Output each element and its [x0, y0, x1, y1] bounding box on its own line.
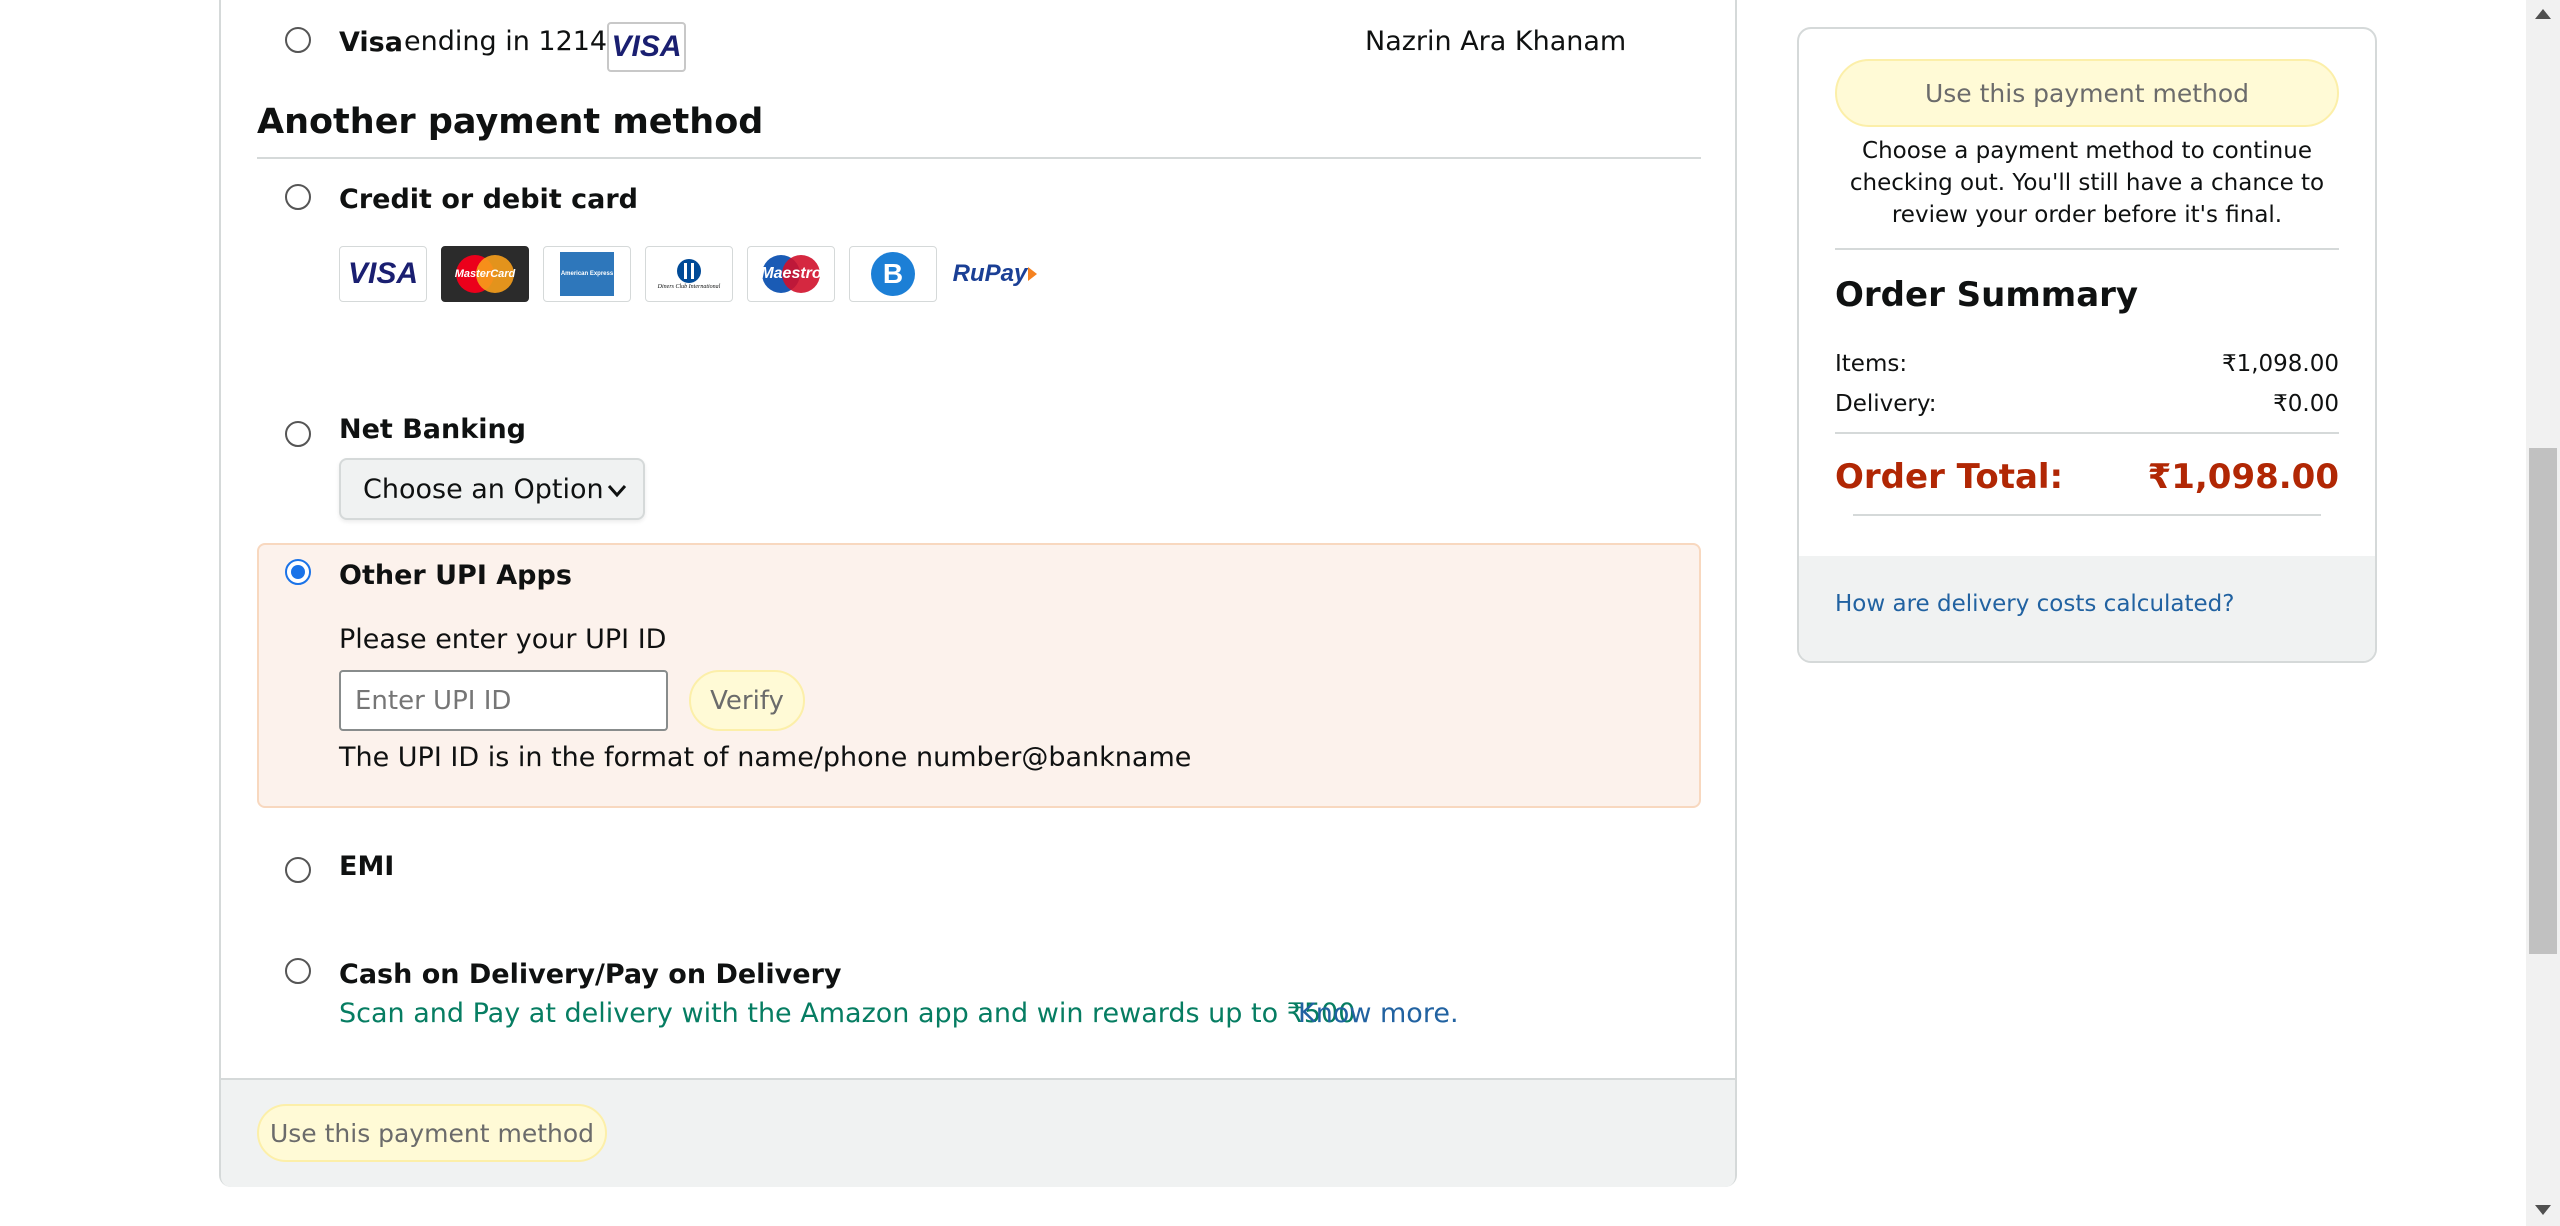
net-banking-select[interactable]: Choose an Option	[339, 458, 645, 520]
another-payment-heading: Another payment method	[257, 102, 764, 142]
visa-card-icon: VISA	[339, 246, 427, 302]
rupay-card-icon: RuPay	[951, 246, 1039, 302]
use-payment-method-button[interactable]: Use this payment method	[257, 1104, 607, 1162]
emi-radio[interactable]	[285, 857, 311, 883]
cardholder-name: Nazrin Ara Khanam	[1365, 26, 1627, 57]
visa-card-icon: VISA	[607, 22, 686, 72]
summary-help-text: Choose a payment method to continue chec…	[1849, 138, 2325, 228]
scrollbar-thumb[interactable]	[2529, 448, 2557, 954]
net-banking-radio[interactable]	[285, 421, 311, 447]
amex-card-icon: American Express	[543, 246, 631, 302]
bajaj-b-card-icon: B	[849, 246, 937, 302]
saved-card-radio[interactable]	[285, 27, 311, 53]
order-summary-title: Order Summary	[1835, 275, 2139, 315]
emi-label: EMI	[339, 851, 395, 882]
order-total-value: ₹1,098.00	[2147, 457, 2339, 497]
summary-divider-2	[1835, 432, 2339, 434]
rupay-arrow-icon	[1028, 267, 1038, 281]
cod-label: Cash on Delivery/Pay on Delivery	[339, 959, 842, 990]
saved-card-brand: Visa	[339, 27, 403, 58]
summary-divider-3	[1853, 514, 2321, 516]
verify-button[interactable]: Verify	[689, 670, 805, 731]
net-banking-select-value: Choose an Option	[363, 474, 604, 505]
heading-divider	[257, 157, 1701, 159]
credit-card-label: Credit or debit card	[339, 184, 638, 215]
upi-radio[interactable]	[285, 559, 311, 585]
diners-club-card-icon: Diners Club International	[645, 246, 733, 302]
delivery-value: ₹0.00	[2273, 391, 2339, 417]
upi-id-input[interactable]	[339, 670, 668, 731]
delivery-costs-link[interactable]: How are delivery costs calculated?	[1835, 591, 2235, 617]
delivery-label: Delivery:	[1835, 391, 1937, 417]
visa-logo-text: VISA	[611, 30, 682, 63]
scroll-down-arrow-icon[interactable]	[2533, 1204, 2553, 1216]
chevron-down-icon	[607, 485, 627, 498]
net-banking-label: Net Banking	[339, 414, 526, 445]
credit-card-radio[interactable]	[285, 184, 311, 210]
order-total-label: Order Total:	[1835, 457, 2064, 497]
saved-card-ending: ending in 1214	[404, 26, 608, 57]
know-more-link[interactable]: Know more.	[1298, 998, 1459, 1029]
upi-prompt: Please enter your UPI ID	[339, 624, 667, 655]
upi-label: Other UPI Apps	[339, 560, 572, 591]
scroll-up-arrow-icon[interactable]	[2533, 8, 2553, 20]
maestro-card-icon: Maestro	[747, 246, 835, 302]
order-summary-panel: Use this payment method Choose a payment…	[1797, 27, 2377, 663]
cod-promo-text: Scan and Pay at delivery with the Amazon…	[339, 998, 1356, 1029]
mastercard-icon: MasterCard	[441, 246, 529, 302]
cod-radio[interactable]	[285, 958, 311, 984]
summary-divider-1	[1835, 248, 2339, 250]
upi-format-hint: The UPI ID is in the format of name/phon…	[339, 742, 1192, 773]
items-value: ₹1,098.00	[2221, 351, 2339, 377]
items-label: Items:	[1835, 351, 1908, 377]
use-payment-method-button-top[interactable]: Use this payment method	[1835, 59, 2339, 127]
summary-footer: How are delivery costs calculated?	[1799, 556, 2375, 661]
